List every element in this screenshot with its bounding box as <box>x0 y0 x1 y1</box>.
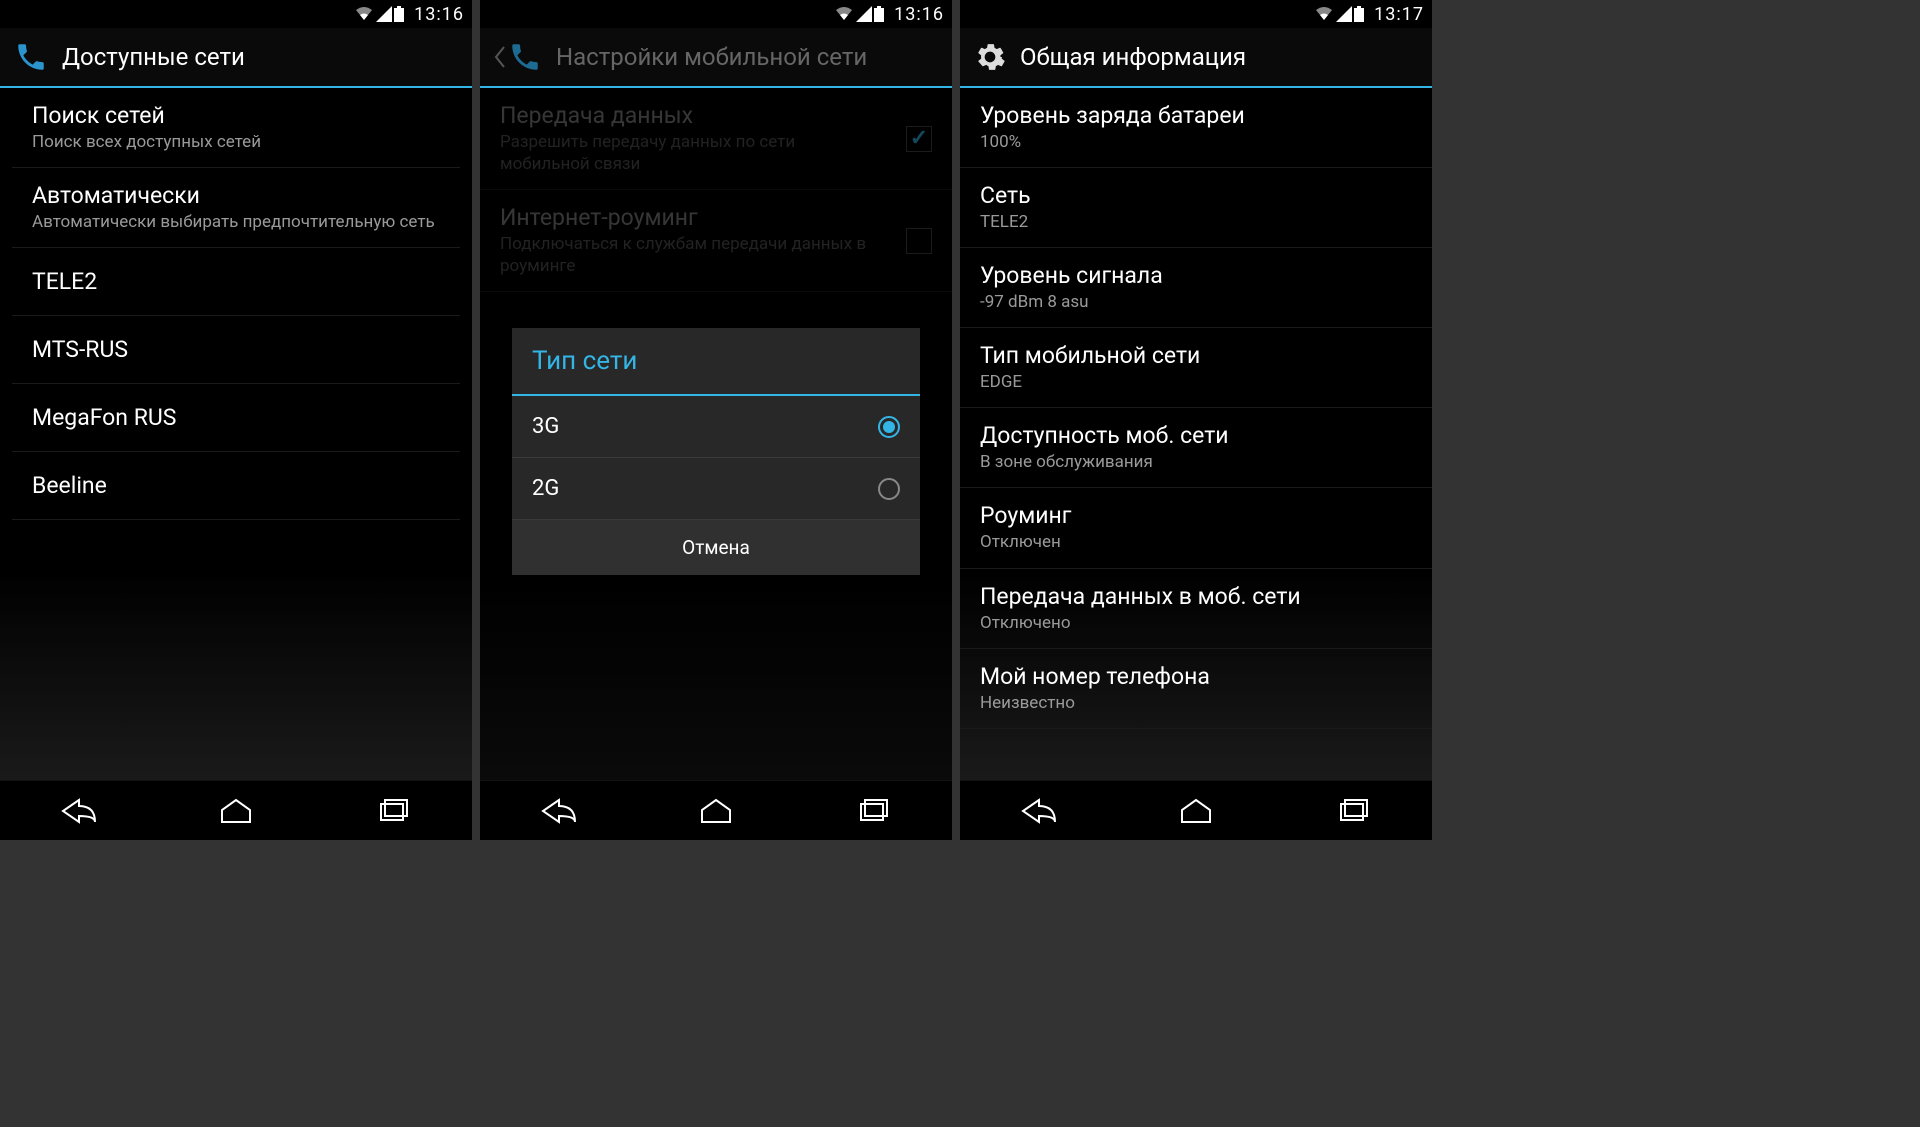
status-icons <box>354 6 404 22</box>
item-title: Автоматически <box>32 182 440 209</box>
item-value: -97 dBm 8 asu <box>980 291 1412 313</box>
back-button[interactable] <box>519 796 599 826</box>
phone-number-item[interactable]: Мой номер телефона Неизвестно <box>960 649 1432 729</box>
phone-screen-available-networks: 13:16 Доступные сети Поиск сетей Поиск в… <box>0 0 472 840</box>
network-mts[interactable]: MTS-RUS <box>12 316 460 384</box>
item-subtitle: Поиск всех доступных сетей <box>32 131 440 153</box>
mobile-network-type-item[interactable]: Тип мобильной сети EDGE <box>960 328 1432 408</box>
battery-icon <box>874 6 884 22</box>
back-with-icon[interactable] <box>494 40 542 74</box>
phone-screen-mobile-network-settings: 13:16 Настройки мобильной сети Передача … <box>480 0 952 840</box>
network-megafon[interactable]: MegaFon RUS <box>12 384 460 452</box>
wifi-icon <box>834 6 854 22</box>
dialog-overlay[interactable]: Тип сети 3G 2G Отмена <box>480 88 952 780</box>
home-button[interactable] <box>196 796 276 826</box>
back-button[interactable] <box>39 796 119 826</box>
battery-icon <box>1354 6 1364 22</box>
item-title: Уровень заряда батареи <box>980 102 1412 129</box>
recent-button[interactable] <box>833 796 913 826</box>
battery-level-item[interactable]: Уровень заряда батареи 100% <box>960 88 1432 168</box>
phone-icon <box>14 40 48 74</box>
item-title: Поиск сетей <box>32 102 440 129</box>
signal-level-item[interactable]: Уровень сигнала -97 dBm 8 asu <box>960 248 1432 328</box>
status-bar: 13:16 <box>480 0 952 28</box>
item-value: Неизвестно <box>980 692 1412 714</box>
network-type-dialog: Тип сети 3G 2G Отмена <box>512 328 920 575</box>
radio-selected <box>878 416 900 438</box>
item-value: Отключено <box>980 612 1412 634</box>
navigation-bar <box>480 780 952 840</box>
navigation-bar <box>0 780 472 840</box>
gear-icon <box>974 41 1006 73</box>
wifi-icon <box>1314 6 1334 22</box>
content-list: Поиск сетей Поиск всех доступных сетей А… <box>0 88 472 780</box>
signal-icon <box>1336 6 1352 22</box>
radio-unselected <box>878 478 900 500</box>
status-icons <box>834 6 884 22</box>
option-label: 2G <box>532 476 559 501</box>
cancel-button[interactable]: Отмена <box>512 520 920 575</box>
item-title: Тип мобильной сети <box>980 342 1412 369</box>
search-networks-item[interactable]: Поиск сетей Поиск всех доступных сетей <box>12 88 460 168</box>
item-value: В зоне обслуживания <box>980 451 1412 473</box>
network-tele2[interactable]: TELE2 <box>12 248 460 316</box>
recent-button[interactable] <box>353 796 433 826</box>
status-bar: 13:16 <box>0 0 472 28</box>
roaming-status-item[interactable]: Роуминг Отключен <box>960 488 1432 568</box>
recent-button[interactable] <box>1313 796 1393 826</box>
header: Настройки мобильной сети <box>480 28 952 88</box>
signal-icon <box>856 6 872 22</box>
home-button[interactable] <box>676 796 756 826</box>
network-availability-item[interactable]: Доступность моб. сети В зоне обслуживани… <box>960 408 1432 488</box>
item-title: Доступность моб. сети <box>980 422 1412 449</box>
auto-select-item[interactable]: Автоматически Автоматически выбирать пре… <box>12 168 460 248</box>
content-area: Передача данных Разрешить передачу данны… <box>480 88 952 780</box>
option-3g[interactable]: 3G <box>512 396 920 458</box>
signal-icon <box>376 6 392 22</box>
item-value: EDGE <box>980 371 1412 393</box>
item-title: Роуминг <box>980 502 1412 529</box>
phone-icon <box>508 40 542 74</box>
item-title: Мой номер телефона <box>980 663 1412 690</box>
chevron-left-icon <box>494 45 506 69</box>
phone-screen-general-info: 13:17 Общая информация Уровень заряда ба… <box>960 0 1432 840</box>
header-title: Общая информация <box>1020 43 1246 71</box>
navigation-bar <box>960 780 1432 840</box>
item-title: Передача данных в моб. сети <box>980 583 1412 610</box>
status-time: 13:16 <box>414 4 464 25</box>
item-value: Отключен <box>980 531 1412 553</box>
header-title: Доступные сети <box>62 43 245 71</box>
header: Общая информация <box>960 28 1432 88</box>
back-button[interactable] <box>999 796 1079 826</box>
dialog-title: Тип сети <box>512 328 920 396</box>
network-item[interactable]: Сеть TELE2 <box>960 168 1432 248</box>
content-list: Уровень заряда батареи 100% Сеть TELE2 У… <box>960 88 1432 780</box>
item-value: TELE2 <box>980 211 1412 233</box>
network-beeline[interactable]: Beeline <box>12 452 460 520</box>
status-bar: 13:17 <box>960 0 1432 28</box>
battery-icon <box>394 6 404 22</box>
mobile-data-item[interactable]: Передача данных в моб. сети Отключено <box>960 569 1432 649</box>
header-title: Настройки мобильной сети <box>556 43 867 71</box>
status-time: 13:17 <box>1374 4 1424 25</box>
header: Доступные сети <box>0 28 472 88</box>
item-title: Сеть <box>980 182 1412 209</box>
option-2g[interactable]: 2G <box>512 458 920 520</box>
option-label: 3G <box>532 414 559 439</box>
wifi-icon <box>354 6 374 22</box>
item-value: 100% <box>980 131 1412 153</box>
status-icons <box>1314 6 1364 22</box>
home-button[interactable] <box>1156 796 1236 826</box>
item-subtitle: Автоматически выбирать предпочтительную … <box>32 211 440 233</box>
status-time: 13:16 <box>894 4 944 25</box>
item-title: Уровень сигнала <box>980 262 1412 289</box>
